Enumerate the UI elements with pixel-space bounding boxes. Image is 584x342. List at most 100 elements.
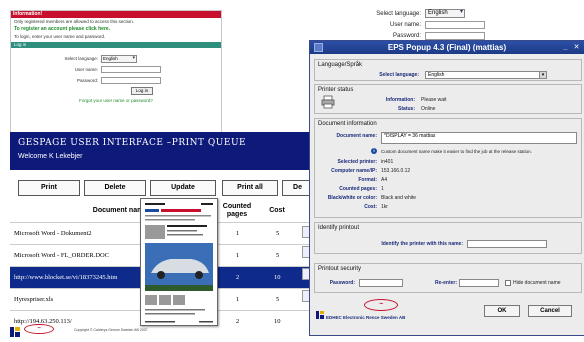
brand-icon: [10, 324, 20, 337]
login-instructions: To login, enter your user name and passw…: [14, 34, 106, 39]
selected-printer-value: in401: [381, 159, 394, 165]
identify-title: Identify printout: [318, 225, 360, 231]
row-document: Microsoft Word - FL_ORDER.DOC: [14, 252, 110, 259]
chevron-down-icon[interactable]: ▾: [539, 72, 546, 78]
update-button[interactable]: Update: [150, 180, 216, 196]
login-button[interactable]: Log in: [131, 87, 153, 95]
reenter-input[interactable]: [459, 279, 499, 287]
selected-printer-label: Selected printer:: [337, 159, 377, 165]
username-label: User name:: [74, 67, 98, 72]
row-pages: 2: [236, 318, 240, 325]
tr-username-input[interactable]: [425, 20, 485, 29]
reenter-label: Re-enter:: [435, 280, 457, 286]
welcome-text: Welcome K Lekebjer: [18, 153, 83, 160]
delete-button[interactable]: Delete: [84, 180, 146, 196]
footer-copyright: Copyright © Calderys Genom Sweden AB 200…: [74, 328, 148, 332]
top-right-login-form: Select language: English User name: Pass…: [345, 8, 495, 40]
format-value: A4: [381, 177, 388, 183]
security-group: Printout security Password: Re-enter: Hi…: [314, 263, 582, 293]
print-queue-header: GESPAGE USER INTERFACE –PRINT QUEUE Welc…: [10, 132, 310, 170]
computer-name-value: 153.166.0.12: [381, 168, 411, 174]
username-input[interactable]: [101, 66, 161, 73]
close-icon[interactable]: ✕: [572, 43, 581, 52]
select-language-dropdown[interactable]: English ▾: [425, 71, 547, 79]
row-cost: 10: [274, 318, 281, 325]
tr-language-label: Select language:: [376, 10, 421, 17]
counted-pages-value: 1: [381, 186, 384, 192]
row-cost: 5: [276, 230, 280, 237]
login-panel: Information! Only registered members are…: [10, 10, 222, 135]
username-row: User name:: [11, 65, 221, 74]
identify-group: Identify printout Identify the printer w…: [314, 222, 582, 254]
popup-title: EPS Popup 4.3 (Final) (mattias): [387, 43, 507, 52]
computer-name-label: Computer name/IP:: [331, 168, 377, 174]
identify-label: Identify the printer with this name:: [381, 241, 463, 247]
row-pages: 1: [236, 252, 240, 259]
printer-status-group: Printer status Information: Please wait …: [314, 84, 582, 114]
info-text: Only registered members are allowed to a…: [14, 19, 135, 24]
custom-name-note: Custom document name make it easier to f…: [381, 149, 532, 154]
bw-color-label: Black/white or color:: [327, 195, 377, 201]
print-all-button[interactable]: Print all: [222, 180, 278, 196]
eps-popup-window: EPS Popup 4.3 (Final) (mattias) _ ✕ Lang…: [309, 40, 584, 336]
document-name-input[interactable]: *DISPLAY = 36 mattias: [381, 132, 577, 144]
password-label: Password:: [76, 78, 98, 83]
information-label: Information:: [385, 97, 415, 103]
ok-button[interactable]: OK: [484, 305, 520, 317]
row-document: http://www.blocket.se/vi/18373245.htm: [14, 274, 118, 281]
identify-input[interactable]: [467, 240, 547, 248]
forgot-link[interactable]: Forgot your user name or password?: [11, 98, 221, 103]
select-language-label: Select language:: [379, 72, 419, 78]
format-label: Format:: [358, 177, 377, 183]
document-name-label: Document name:: [336, 133, 377, 139]
row-document: Microsoft Word - Dokument2: [14, 230, 92, 237]
tr-password-label: Password:: [392, 32, 421, 39]
brand-text: EDHEC Electronic Rence Sweden AB: [326, 315, 406, 320]
document-preview: [140, 198, 218, 326]
cost-label: Cost:: [364, 204, 377, 210]
status-label: Status:: [398, 106, 415, 112]
counted-pages-label: Counted pages:: [339, 186, 377, 192]
col-pages: Counted pages: [222, 203, 252, 218]
information-value: Please wait: [421, 97, 447, 103]
app-icon: [314, 43, 323, 52]
tr-username-row: User name:: [345, 19, 495, 30]
row-document: Hyrespriser.xls: [14, 296, 54, 303]
page-title: GESPAGE USER INTERFACE –PRINT QUEUE: [18, 138, 247, 148]
hide-document-label: Hide document name: [513, 280, 561, 286]
cost-value: 1kr: [381, 204, 388, 210]
cancel-button[interactable]: Cancel: [528, 305, 572, 317]
row-cost: 5: [276, 252, 280, 259]
preview-page-icon: [145, 203, 213, 323]
doc-info-title: Document information: [318, 121, 377, 127]
password-input[interactable]: [101, 77, 161, 84]
printer-status-title: Printer status: [318, 87, 354, 93]
row-cost: 5: [276, 296, 280, 303]
col-cost: Cost: [269, 207, 285, 214]
tr-language-select[interactable]: English: [425, 9, 465, 18]
bw-color-value: Black and white: [381, 195, 417, 201]
print-button[interactable]: Print: [18, 180, 80, 196]
row-cost: 10: [274, 274, 281, 281]
info-title: Information!: [11, 11, 221, 18]
delete-all-button[interactable]: De: [282, 180, 312, 196]
document-info-group: Document information Document name: *DIS…: [314, 118, 582, 218]
password-input[interactable]: [359, 279, 403, 287]
hide-document-checkbox[interactable]: [505, 280, 511, 286]
minimize-icon[interactable]: _: [561, 43, 570, 52]
status-value: Online: [421, 106, 436, 112]
language-group-title: Language/Språk: [318, 62, 363, 68]
brand-icon: [316, 311, 324, 319]
language-select[interactable]: English: [101, 54, 137, 63]
register-link[interactable]: To register an account please click here…: [11, 25, 221, 33]
language-row: Select language: English: [11, 54, 221, 63]
brand-logo-icon: ~: [24, 324, 54, 334]
tr-password-input[interactable]: [425, 31, 485, 40]
security-title: Printout security: [318, 266, 362, 272]
row-pages: 2: [236, 274, 240, 281]
tr-language-row: Select language: English: [345, 8, 495, 19]
printer-icon: [321, 95, 335, 109]
select-language-value: English: [428, 72, 445, 78]
popup-titlebar[interactable]: EPS Popup 4.3 (Final) (mattias) _ ✕: [310, 41, 584, 54]
password-row: Password:: [11, 76, 221, 85]
